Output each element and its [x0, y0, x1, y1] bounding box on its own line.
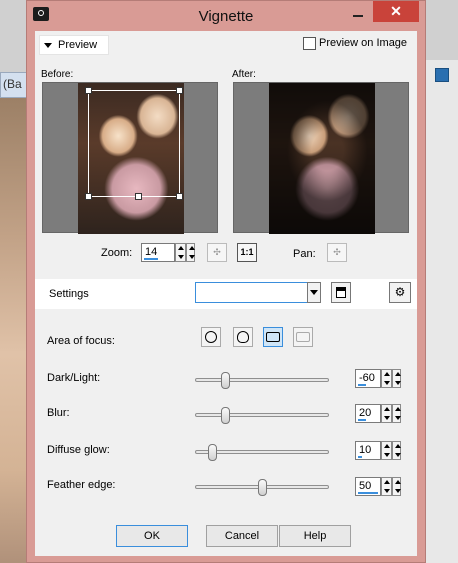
feather-edge-slider-thumb[interactable] [258, 479, 267, 496]
settings-band: Settings ⚙ [35, 279, 417, 309]
dark-light-slider[interactable] [195, 372, 329, 389]
preview-toggle[interactable]: Preview [39, 35, 109, 55]
blur-level-bar [358, 419, 366, 421]
pan-label: Pan: [293, 248, 316, 260]
focus-rectangle[interactable] [85, 87, 183, 200]
diffuse-glow-level-bar [358, 456, 362, 458]
preset-dropdown-button[interactable] [307, 282, 321, 303]
preview-on-image-option[interactable]: Preview on Image [303, 36, 407, 52]
blur-label: Blur: [47, 407, 70, 419]
dark-light-input[interactable]: -60 [355, 369, 381, 388]
focus-rectangle-button[interactable] [263, 327, 283, 347]
title-bar[interactable]: Vignette ✕ [27, 1, 425, 31]
blur-value: 20 [359, 407, 372, 419]
feather-edge-input[interactable]: 50 [355, 477, 381, 496]
blur-spinner[interactable] [381, 404, 392, 423]
zoom-label: Zoom: [101, 247, 133, 259]
feather-edge-level-bar [358, 492, 378, 494]
diffuse-glow-slider[interactable] [195, 444, 329, 461]
diffuse-glow-slider-thumb[interactable] [208, 444, 217, 461]
background-right-panel [425, 60, 458, 563]
reset-defaults-button[interactable]: ⚙ [389, 282, 411, 303]
rounded-rectangle-icon [296, 332, 310, 342]
diffuse-glow-input[interactable]: 10 [355, 441, 381, 460]
zoom-level-bar [144, 258, 158, 260]
zoom-actual-size-button[interactable]: 1:1 [237, 243, 257, 262]
before-label: Before: [41, 69, 74, 80]
help-button[interactable]: Help [279, 525, 351, 547]
resize-handle[interactable] [176, 193, 183, 200]
blur-input[interactable]: 20 [355, 404, 381, 423]
diffuse-glow-value: 10 [359, 444, 372, 456]
ok-button[interactable]: OK [116, 525, 188, 547]
feather-edge-slider[interactable] [195, 479, 329, 496]
rectangle-icon [266, 332, 280, 342]
minimize-button[interactable] [345, 5, 371, 23]
feather-edge-spinner[interactable] [381, 477, 392, 496]
dark-light-dropdown[interactable] [392, 369, 401, 388]
preview-on-image-label: Preview on Image [319, 37, 408, 49]
focus-rounded-rectangle-button[interactable] [293, 327, 313, 347]
background-right-icon [435, 68, 449, 82]
resize-handle[interactable] [135, 193, 142, 200]
after-photo [269, 83, 375, 234]
dark-light-level-bar [358, 384, 366, 386]
preset-combo[interactable] [195, 282, 321, 303]
zoom-target-icon: ✣ [207, 243, 227, 262]
feather-edge-value: 50 [359, 480, 372, 492]
focus-lasso-button[interactable] [233, 327, 253, 347]
zoom-input[interactable]: 14 [141, 243, 175, 262]
dark-light-label: Dark/Light: [47, 372, 101, 384]
diffuse-glow-label: Diffuse glow: [47, 444, 110, 456]
dark-light-value: -60 [359, 372, 375, 384]
vignette-dialog: Vignette ✕ Preview Preview on Image Befo… [26, 0, 426, 563]
dark-light-spinner[interactable] [381, 369, 392, 388]
close-button[interactable]: ✕ [373, 1, 419, 22]
zoom-dropdown[interactable] [186, 243, 195, 262]
after-preview [233, 82, 409, 234]
blur-slider-thumb[interactable] [221, 407, 230, 424]
focus-circle-button[interactable] [201, 327, 221, 347]
circle-icon [205, 331, 217, 343]
before-preview[interactable] [42, 82, 218, 234]
blur-slider[interactable] [195, 407, 329, 424]
zoom-spinner[interactable] [175, 243, 186, 262]
preview-on-image-checkbox[interactable] [303, 36, 316, 50]
dialog-client: Preview Preview on Image Before: After: … [35, 31, 417, 556]
background-tab-label: (Ba [3, 77, 22, 91]
resize-handle[interactable] [176, 87, 183, 94]
lasso-icon [237, 331, 249, 343]
dark-light-slider-thumb[interactable] [221, 372, 230, 389]
settings-label: Settings [49, 288, 89, 300]
chevron-down-icon [44, 42, 52, 48]
diffuse-glow-dropdown[interactable] [392, 441, 401, 460]
resize-handle[interactable] [85, 193, 92, 200]
area-of-focus-label: Area of focus: [47, 335, 115, 347]
resize-handle[interactable] [85, 87, 92, 94]
preview-toggle-label: Preview [58, 39, 98, 51]
save-preset-button[interactable] [331, 282, 351, 303]
zoom-value: 14 [145, 246, 158, 258]
cancel-button[interactable]: Cancel [206, 525, 278, 547]
blur-dropdown[interactable] [392, 404, 401, 423]
feather-edge-label: Feather edge: [47, 479, 116, 491]
diffuse-glow-spinner[interactable] [381, 441, 392, 460]
after-label: After: [232, 69, 256, 80]
feather-edge-dropdown[interactable] [392, 477, 401, 496]
pan-icon: ✣ [327, 243, 347, 262]
